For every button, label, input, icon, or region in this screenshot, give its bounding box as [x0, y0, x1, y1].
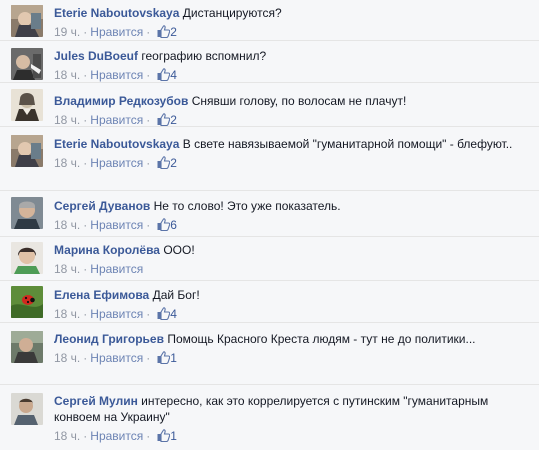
separator-dot: ·: [83, 429, 88, 443]
separator-dot: ·: [83, 113, 88, 127]
separator-dot: ·: [83, 25, 88, 39]
thumbs-up-icon: [157, 307, 171, 320]
separator-dot: ·: [146, 307, 151, 321]
like-count-value: 2: [170, 156, 177, 170]
like-count-value: 1: [170, 429, 177, 443]
separator-dot: ·: [146, 429, 151, 443]
like-button[interactable]: Нравится: [90, 156, 143, 170]
thumbs-up-icon: [157, 218, 171, 231]
like-button[interactable]: Нравится: [90, 429, 143, 443]
comment-time[interactable]: 19 ч.: [54, 25, 80, 39]
comment-author[interactable]: Сергей Мулин: [54, 394, 138, 408]
like-button[interactable]: Нравится: [90, 25, 143, 39]
comment-author[interactable]: Eterie Naboutovskaya: [54, 137, 179, 151]
like-button[interactable]: Нравится: [90, 113, 143, 127]
like-button[interactable]: Нравится: [90, 262, 143, 276]
comment-item: Марина Королёва ООО! 18 ч. · Нравится: [0, 236, 539, 281]
like-count[interactable]: 1: [157, 428, 177, 444]
like-count-value: 4: [170, 68, 177, 82]
like-count-value: 2: [170, 113, 177, 127]
like-count[interactable]: 4: [157, 306, 177, 322]
comment-item: Сергей Дуванов Не то слово! Это уже пока…: [0, 190, 539, 237]
comment-time[interactable]: 18 ч.: [54, 429, 80, 443]
like-count-value: 2: [170, 25, 177, 39]
avatar[interactable]: [11, 331, 43, 363]
thumbs-up-icon: [157, 25, 171, 38]
avatar[interactable]: [11, 393, 43, 425]
separator-dot: ·: [83, 218, 88, 232]
avatar[interactable]: [11, 5, 43, 37]
comment-text: Дистанцируются?: [182, 6, 282, 20]
comment-text: Дай Бог!: [152, 288, 200, 302]
separator-dot: ·: [83, 68, 88, 82]
separator-dot: ·: [146, 113, 151, 127]
comment-text: В свете навязываемой "гуманитарной помощ…: [182, 137, 513, 151]
like-count[interactable]: 4: [157, 67, 177, 83]
comment-time[interactable]: 18 ч.: [54, 307, 80, 321]
like-button[interactable]: Нравится: [90, 351, 143, 365]
comment-item: Владимир Редкозубов Снявши голову, по во…: [0, 82, 539, 127]
comment-item: Jules DuBoeuf географию вспомнил? 18 ч. ·…: [0, 40, 539, 83]
separator-dot: ·: [146, 218, 151, 232]
avatar[interactable]: [11, 286, 43, 318]
like-count-value: 6: [170, 218, 177, 232]
avatar[interactable]: [11, 89, 43, 121]
comment-text: ООО!: [163, 243, 195, 257]
like-button[interactable]: Нравится: [90, 68, 143, 82]
comment-author[interactable]: Елена Ефимова: [54, 288, 149, 302]
comment-item: Леонид Григорьев Помощь Красного Креста …: [0, 322, 539, 385]
like-count-value: 1: [170, 351, 177, 365]
comment-time[interactable]: 18 ч.: [54, 113, 80, 127]
thumbs-up-icon: [157, 156, 171, 169]
comment-author[interactable]: Владимир Редкозубов: [54, 94, 188, 108]
separator-dot: ·: [83, 156, 88, 170]
comment-item: Eterie Naboutovskaya В свете навязываемо…: [0, 126, 539, 191]
like-button[interactable]: Нравится: [90, 307, 143, 321]
comment-author[interactable]: Марина Королёва: [54, 243, 160, 257]
separator-dot: ·: [146, 25, 151, 39]
comment-author[interactable]: Jules DuBoeuf: [54, 49, 138, 63]
thumbs-up-icon: [157, 429, 171, 442]
comments-list: Eterie Naboutovskaya Дистанцируются? 19 …: [0, 0, 539, 449]
thumbs-up-icon: [157, 351, 171, 364]
separator-dot: ·: [83, 262, 88, 276]
comment-time[interactable]: 18 ч.: [54, 156, 80, 170]
comment-author[interactable]: Сергей Дуванов: [54, 199, 150, 213]
thumbs-up-icon: [157, 113, 171, 126]
comment-time[interactable]: 18 ч.: [54, 218, 80, 232]
separator-dot: ·: [83, 307, 88, 321]
comment-text: Не то слово! Это уже показатель.: [153, 199, 341, 213]
comment-time[interactable]: 18 ч.: [54, 351, 80, 365]
avatar[interactable]: [11, 135, 43, 167]
comment-author[interactable]: Eterie Naboutovskaya: [54, 6, 179, 20]
comment-author[interactable]: Леонид Григорьев: [54, 332, 164, 346]
comment-item: Eterie Naboutovskaya Дистанцируются? 19 …: [0, 0, 539, 40]
separator-dot: ·: [146, 156, 151, 170]
comment-text: географию вспомнил?: [141, 49, 267, 63]
like-count[interactable]: 6: [157, 217, 177, 233]
like-button[interactable]: Нравится: [90, 218, 143, 232]
comment-time[interactable]: 18 ч.: [54, 262, 80, 276]
avatar[interactable]: [11, 242, 43, 274]
comment-text: Помощь Красного Креста людям - тут не до…: [167, 332, 476, 346]
like-count[interactable]: 2: [157, 24, 177, 40]
like-count[interactable]: 2: [157, 155, 177, 171]
separator-dot: ·: [146, 68, 151, 82]
comment-item: Елена Ефимова Дай Бог! 18 ч. · Нравится · 4: [0, 280, 539, 323]
avatar[interactable]: [11, 197, 43, 229]
comment-text: Снявши голову, по волосам не плачут!: [191, 94, 407, 108]
comment-time[interactable]: 18 ч.: [54, 68, 80, 82]
avatar[interactable]: [11, 48, 43, 80]
like-count[interactable]: 1: [157, 350, 177, 366]
separator-dot: ·: [146, 351, 151, 365]
separator-dot: ·: [83, 351, 88, 365]
like-count-value: 4: [170, 307, 177, 321]
comment-item: Сергей Мулин интересно, как это коррелир…: [0, 384, 539, 450]
thumbs-up-icon: [157, 68, 171, 81]
